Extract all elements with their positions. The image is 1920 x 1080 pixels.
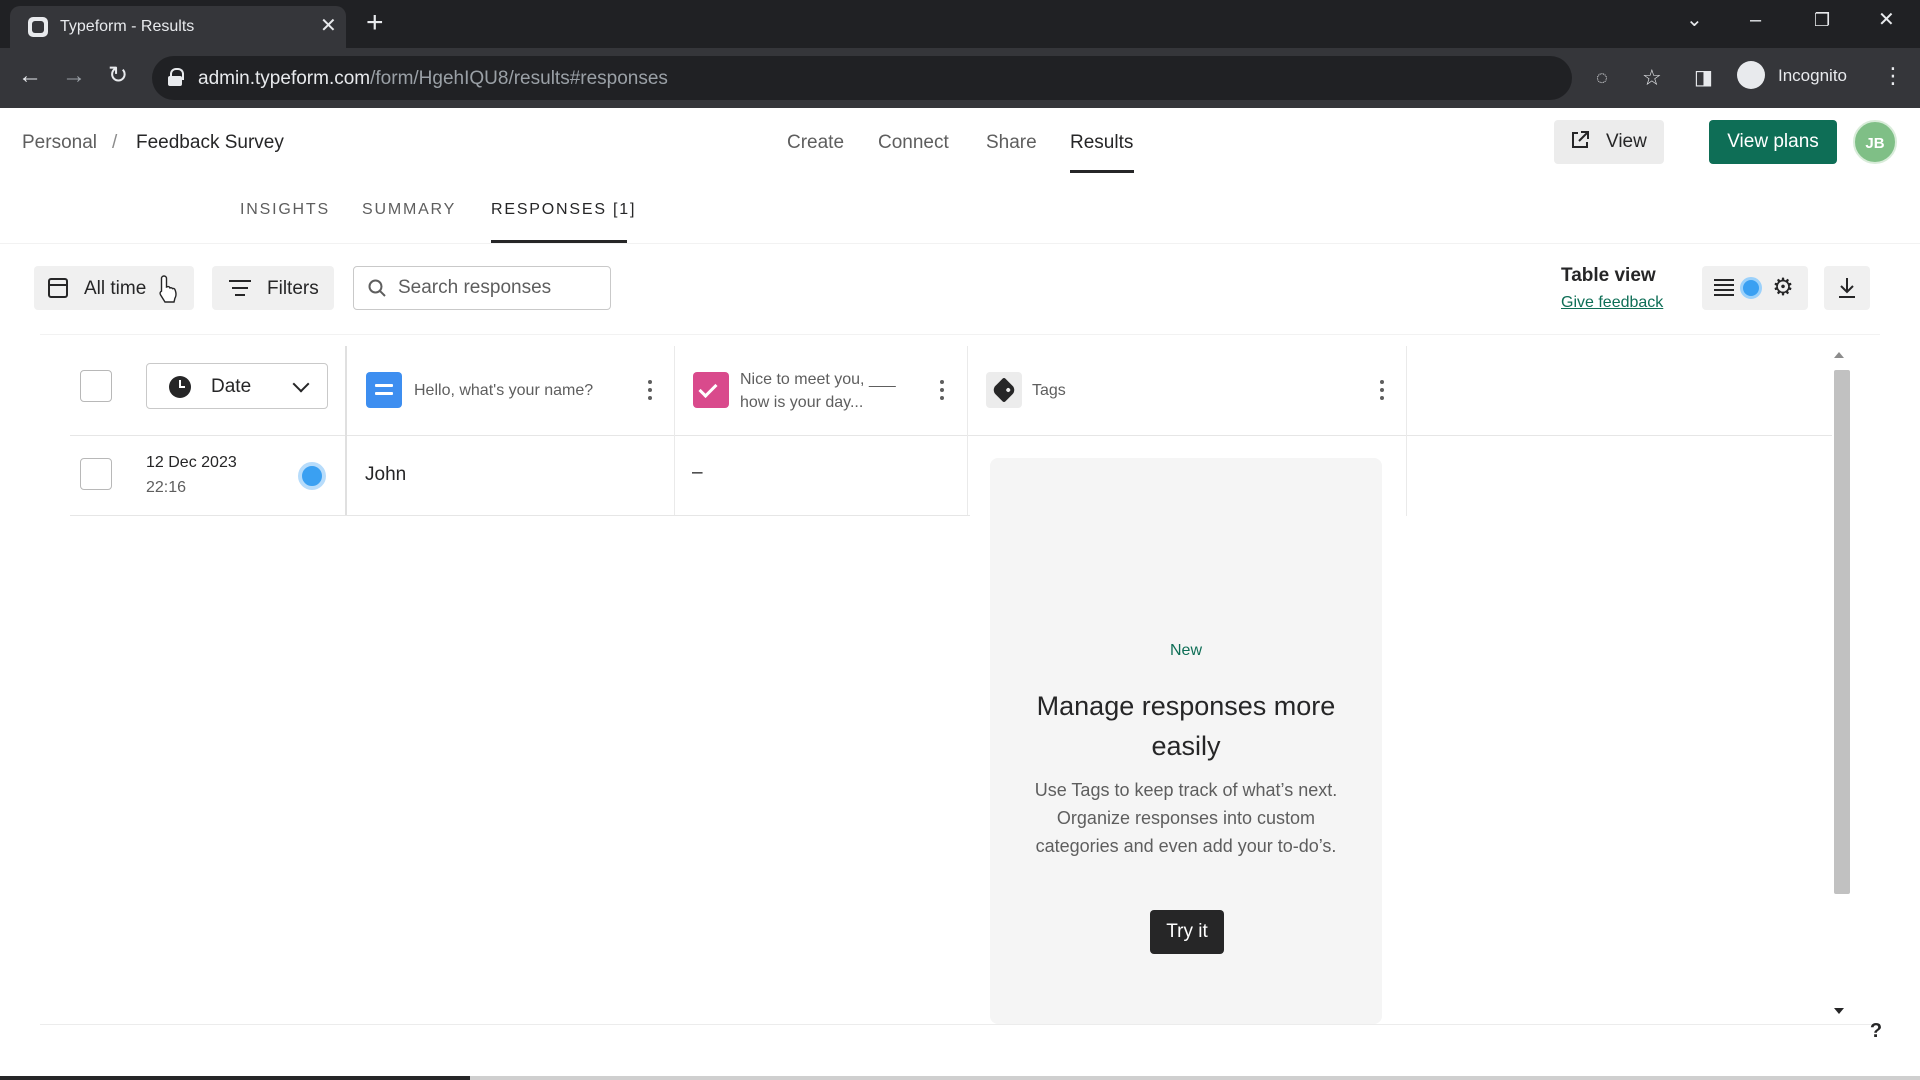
view-form-button[interactable]: View [1554, 120, 1664, 164]
lock-icon[interactable] [168, 68, 184, 86]
filters-label: Filters [267, 278, 319, 299]
help-icon[interactable]: ? [1864, 1020, 1888, 1048]
hand-pointer-cursor [159, 275, 177, 303]
page-load-track [470, 1076, 1920, 1080]
date-range-label: All time [84, 278, 147, 299]
view-button-label: View [1606, 131, 1647, 152]
table-list-icon[interactable] [1714, 279, 1734, 297]
browser-tabstrip: Typeform - Results ✕ + ⌄ – ❐ ✕ [0, 0, 1920, 48]
column-title-day-line1[interactable]: Nice to meet you, ___ [740, 369, 896, 391]
gear-icon[interactable]: ⚙ [1772, 276, 1794, 300]
tag-icon [986, 372, 1022, 408]
page-load-progress [0, 1076, 470, 1080]
nav-connect[interactable]: Connect [878, 132, 949, 154]
table-bottom-divider [40, 1024, 1880, 1025]
reload-icon[interactable]: ↻ [108, 60, 128, 92]
column-title-tags[interactable]: Tags [1032, 380, 1066, 402]
tab-responses[interactable]: RESPONSES [1] [491, 201, 636, 219]
response-time: 22:16 [146, 479, 187, 496]
multiple-choice-question-icon [693, 372, 729, 408]
nav-create[interactable]: Create [787, 132, 844, 154]
scrollbar-thumb[interactable] [1834, 370, 1850, 894]
tags-promo-card: New Manage responses more easily Use Tag… [990, 458, 1382, 1024]
table-view-title: Table view [1561, 265, 1656, 286]
nav-share[interactable]: Share [986, 132, 1037, 154]
minimize-icon[interactable]: – [1750, 8, 1761, 32]
calendar-icon [48, 278, 68, 298]
breadcrumb-form-name[interactable]: Feedback Survey [136, 132, 284, 154]
column-menu-icon[interactable] [1380, 380, 1384, 400]
breadcrumb-workspace[interactable]: Personal [22, 132, 97, 154]
response-date: 12 Dec 2023 [146, 454, 237, 471]
search-icon [368, 279, 386, 297]
response-status-badge [298, 462, 326, 490]
browser-toolbar: ← → ↻ admin.typeform.com/form/HgehIQU8/r… [0, 48, 1920, 108]
view-toggle-group: ⚙ [1702, 266, 1808, 310]
give-feedback-link[interactable]: Give feedback [1561, 294, 1663, 312]
download-button[interactable] [1824, 266, 1870, 310]
close-window-icon[interactable]: ✕ [1878, 8, 1895, 32]
new-badge: New [1169, 642, 1202, 659]
clock-icon [169, 376, 191, 398]
subtab-divider [0, 243, 1920, 244]
date-column-select[interactable]: Date [146, 363, 328, 409]
date-column-label: Date [211, 376, 252, 397]
scroll-down-arrow[interactable] [1834, 1008, 1844, 1014]
view-plans-button[interactable]: View plans [1709, 120, 1837, 164]
forward-icon[interactable]: → [62, 60, 86, 92]
browser-menu-icon[interactable]: ⋮ [1882, 64, 1904, 88]
column-title-day-line2[interactable]: how is your day... [740, 392, 863, 414]
view-toggle-indicator[interactable] [1740, 277, 1762, 299]
nav-results[interactable]: Results [1070, 132, 1133, 154]
restore-icon[interactable]: ❐ [1814, 8, 1830, 32]
side-panel-icon[interactable]: ◨ [1694, 66, 1713, 90]
table-row[interactable] [70, 436, 970, 516]
download-icon [1839, 278, 1855, 298]
incognito-icon[interactable] [1737, 61, 1765, 89]
promo-title: Manage responses more easily [1036, 691, 1336, 761]
bookmark-star-icon[interactable]: ☆ [1642, 66, 1662, 90]
column-menu-icon[interactable] [648, 380, 652, 400]
breadcrumb-separator: / [112, 132, 118, 153]
column-divider [1406, 346, 1407, 516]
nav-active-indicator [1070, 170, 1134, 173]
tab-insights[interactable]: INSIGHTS [240, 201, 330, 219]
new-tab-icon[interactable]: + [366, 8, 384, 38]
back-icon[interactable]: ← [18, 60, 42, 92]
eye-off-icon[interactable]: ◌ [1596, 66, 1608, 90]
short-text-question-icon [366, 372, 402, 408]
scroll-up-arrow[interactable] [1834, 352, 1844, 358]
chevron-down-icon [292, 375, 310, 393]
tab-summary[interactable]: SUMMARY [362, 201, 456, 219]
row-checkbox[interactable] [80, 458, 112, 490]
app-header: Personal / Feedback Survey Create Connec… [0, 108, 1920, 178]
url-text[interactable]: admin.typeform.com/form/HgehIQU8/results… [198, 68, 668, 90]
promo-description: Use Tags to keep track of what’s next. O… [1034, 780, 1338, 856]
cell-day-answer[interactable]: – [692, 462, 703, 484]
cell-name-answer[interactable]: John [365, 464, 406, 486]
table-header-row [70, 346, 1832, 436]
filter-icon [229, 280, 251, 296]
filters-button[interactable]: Filters [212, 266, 334, 310]
try-it-button[interactable]: Try it [1150, 910, 1224, 954]
tab-search-icon[interactable]: ⌄ [1686, 8, 1703, 32]
column-title-name[interactable]: Hello, what's your name? [414, 380, 593, 402]
typeform-favicon-icon [28, 17, 48, 37]
user-avatar[interactable]: JB [1853, 120, 1897, 164]
address-bar[interactable]: admin.typeform.com/form/HgehIQU8/results… [152, 56, 1662, 100]
column-menu-icon[interactable] [940, 380, 944, 400]
search-input[interactable] [398, 276, 598, 300]
tab-title: Typeform - Results [60, 18, 195, 35]
select-all-checkbox[interactable] [80, 370, 112, 402]
profile-label[interactable]: Incognito [1778, 66, 1847, 86]
browser-tab[interactable]: Typeform - Results ✕ [10, 6, 346, 48]
close-tab-icon[interactable]: ✕ [320, 15, 337, 37]
external-link-icon [1572, 131, 1589, 148]
search-responses-box[interactable] [353, 266, 611, 310]
